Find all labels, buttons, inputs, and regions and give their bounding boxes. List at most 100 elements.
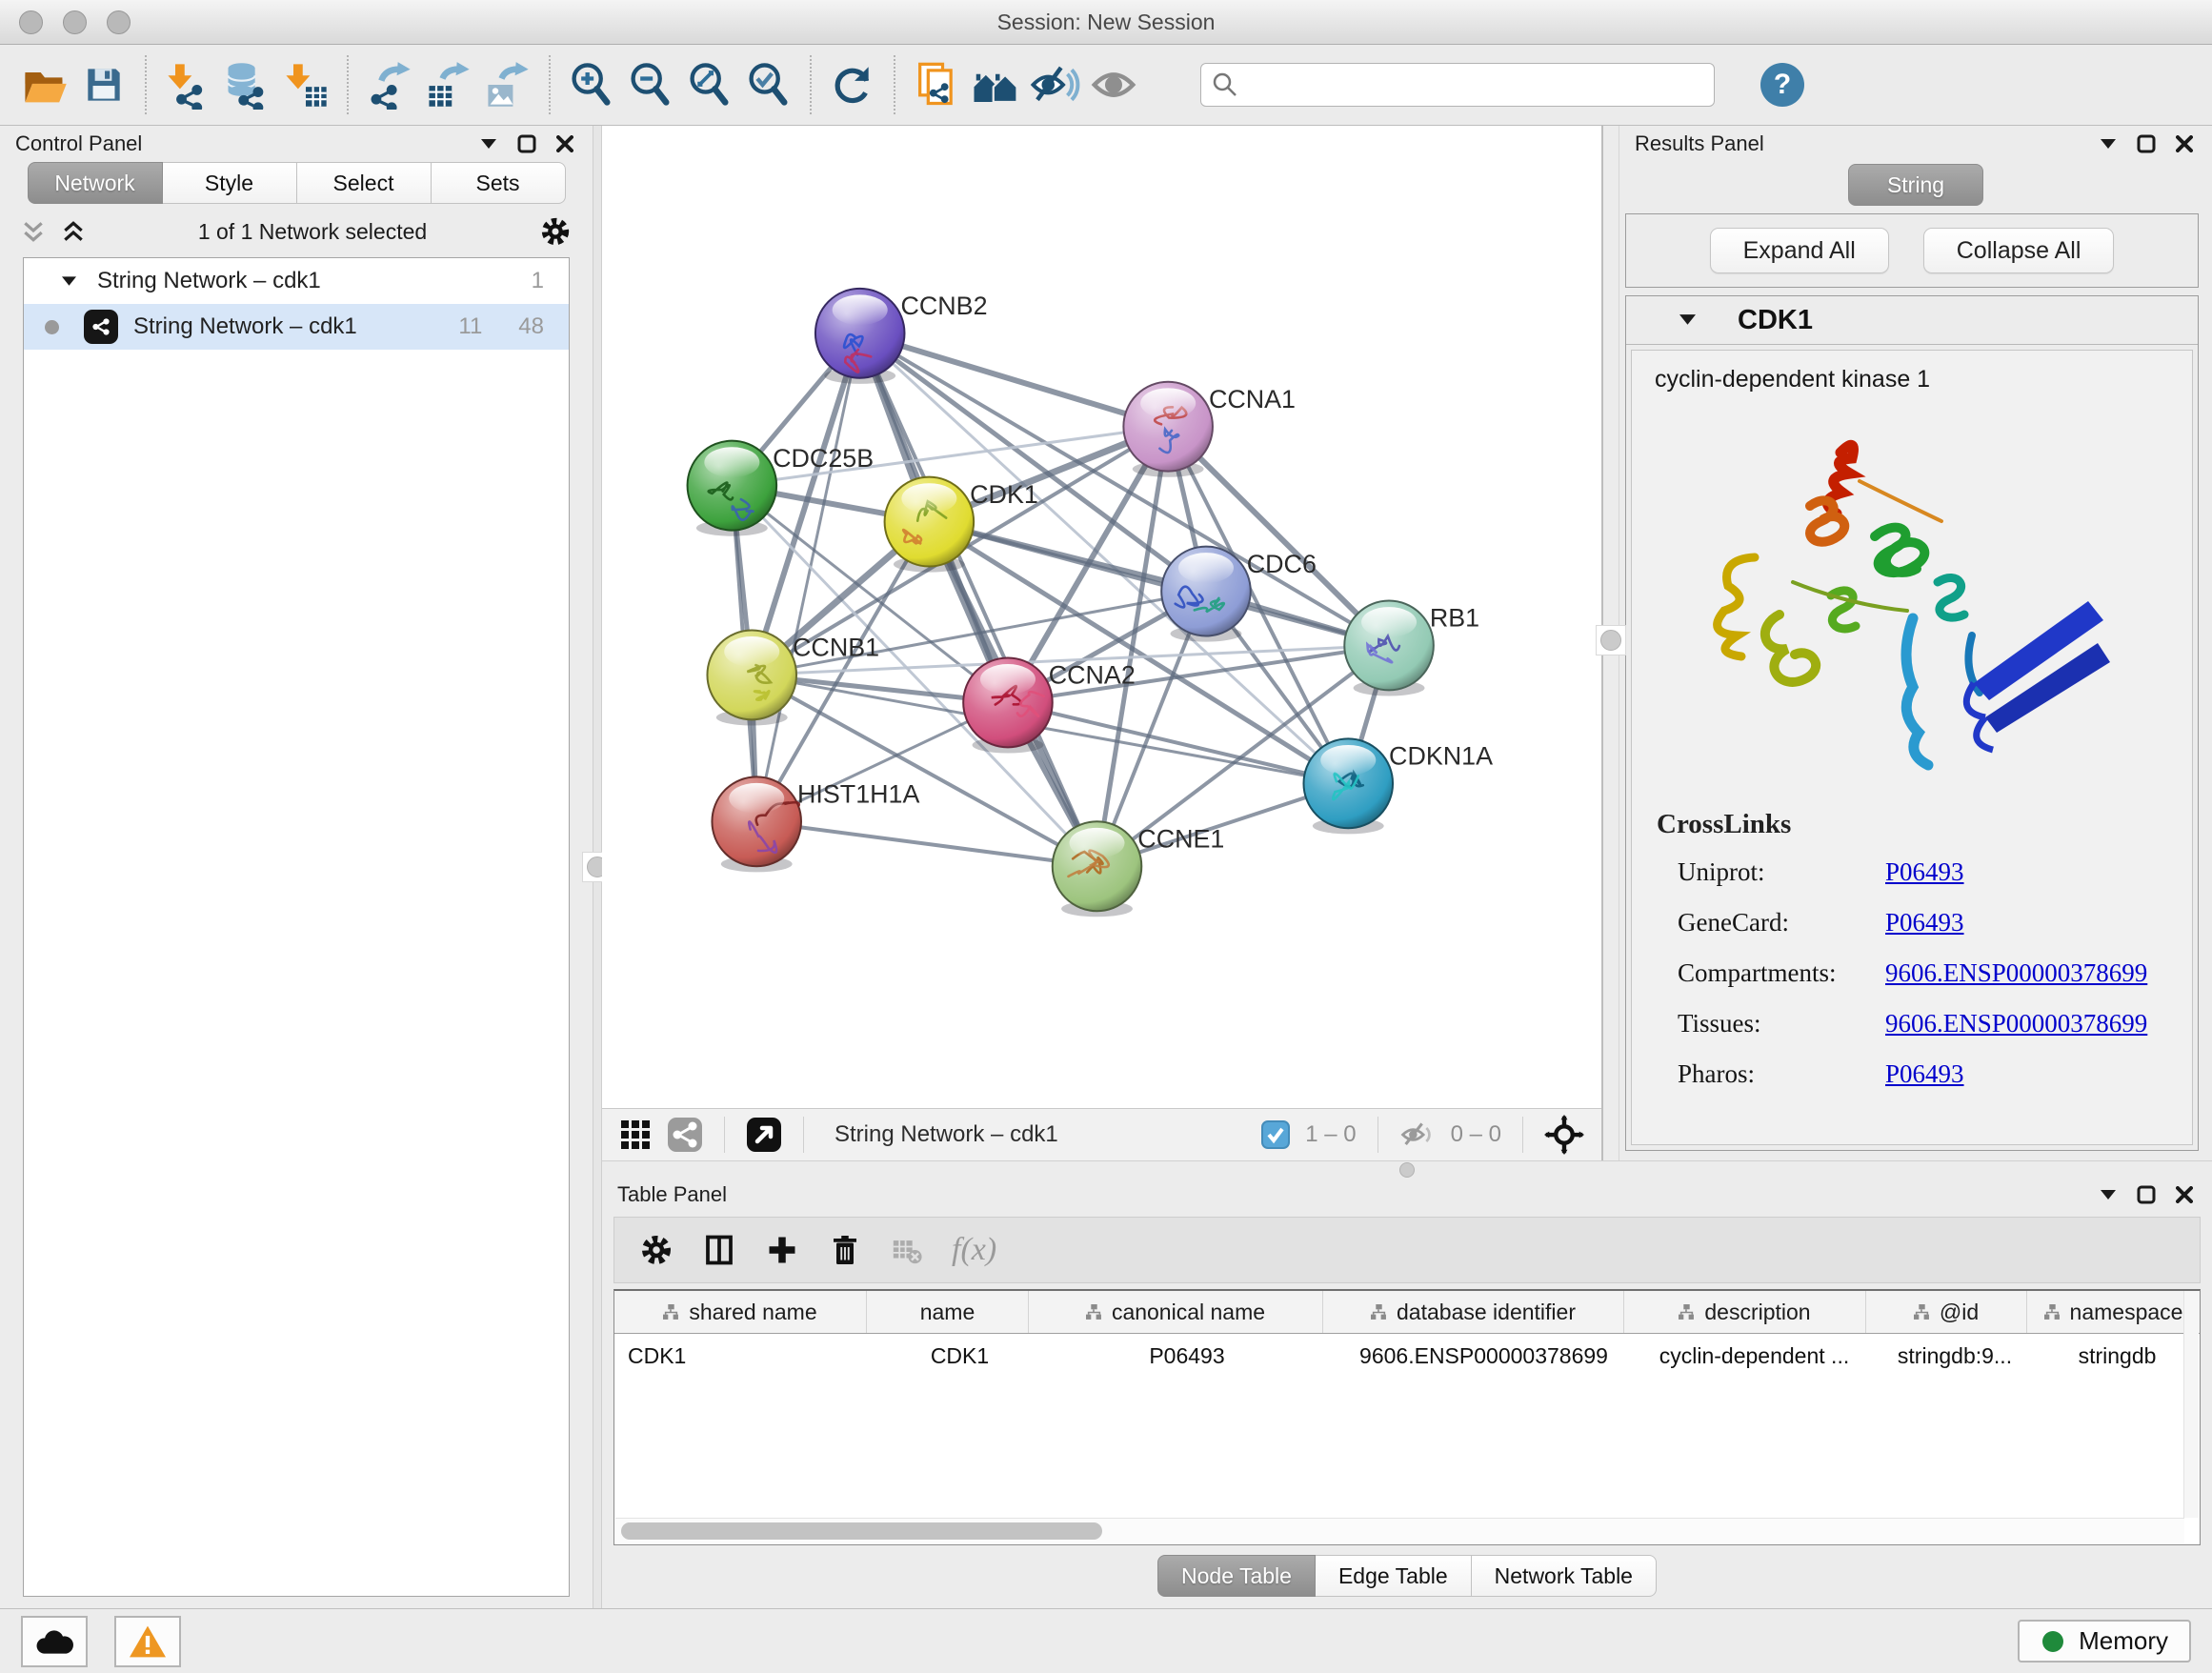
maximize-window-button[interactable]: [107, 10, 131, 34]
column-header-id[interactable]: @id: [1865, 1291, 2026, 1333]
column-header-shared-name[interactable]: shared name: [614, 1291, 866, 1333]
panel-float-button[interactable]: [2134, 1182, 2159, 1207]
scrollbar-thumb[interactable]: [621, 1522, 1102, 1540]
crosshair-icon[interactable]: [1544, 1115, 1584, 1155]
right-splitter[interactable]: [1601, 126, 1619, 1160]
export-image-button[interactable]: [478, 55, 537, 114]
entry-expander-icon[interactable]: [1679, 314, 1696, 326]
tree-expander-icon[interactable]: [62, 276, 76, 287]
columns-icon[interactable]: [702, 1233, 736, 1267]
network-collection-row[interactable]: String Network – cdk1 1: [24, 258, 569, 304]
entry-name: CDK1: [1738, 305, 1813, 336]
warning-status-button[interactable]: [114, 1616, 181, 1667]
crosslink-link-pharos[interactable]: P06493: [1885, 1059, 1964, 1089]
table-row[interactable]: CDK1 CDK1 P06493 9606.ENSP00000378699 cy…: [614, 1334, 2200, 1378]
panel-menu-button[interactable]: [476, 131, 501, 156]
help-button[interactable]: ?: [1760, 63, 1804, 107]
memory-button[interactable]: Memory: [2018, 1620, 2191, 1663]
zoom-out-button[interactable]: [621, 55, 680, 114]
network-canvas[interactable]: CCNB2CCNA1CDC25BCDK1CDC6RB1CCNB1CCNA2CDK…: [602, 126, 1601, 1108]
tab-style[interactable]: Style: [163, 162, 297, 204]
panel-menu-button[interactable]: [2096, 131, 2121, 156]
column-header-database-identifier[interactable]: database identifier: [1322, 1291, 1623, 1333]
cell-database-identifier[interactable]: 9606.ENSP00000378699: [1334, 1343, 1634, 1369]
delete-column-icon[interactable]: [828, 1233, 862, 1267]
panel-float-button[interactable]: [2134, 131, 2159, 156]
cloud-status-button[interactable]: [21, 1616, 88, 1667]
panel-close-button[interactable]: [2172, 131, 2197, 156]
cell-canonical-name[interactable]: P06493: [1040, 1343, 1334, 1369]
collapse-all-button[interactable]: Collapse All: [1923, 228, 2115, 273]
panel-float-button[interactable]: [514, 131, 539, 156]
node-label-CCNA2: CCNA2: [1049, 661, 1136, 690]
import-table-from-file-button[interactable]: [276, 55, 335, 114]
chevron-down-icon: [2101, 1190, 2116, 1200]
column-type-icon: [1679, 1304, 1695, 1320]
column-header-canonical-name[interactable]: canonical name: [1028, 1291, 1322, 1333]
zoom-selected-button[interactable]: [739, 55, 798, 114]
cell-namespace[interactable]: stringdb: [2035, 1343, 2200, 1369]
network-row[interactable]: String Network – cdk1 11 48: [24, 304, 569, 350]
save-session-button[interactable]: [74, 55, 133, 114]
splitter-handle[interactable]: [1600, 630, 1621, 651]
network-edge-count: 48: [518, 313, 544, 340]
cell-description[interactable]: cyclin-dependent ...: [1634, 1343, 1875, 1369]
tab-sets[interactable]: Sets: [432, 162, 566, 204]
network-graph[interactable]: CCNB2CCNA1CDC25BCDK1CDC6RB1CCNB1CCNA2CDK…: [602, 126, 1601, 1108]
zoom-selected-icon: [744, 60, 794, 110]
open-in-window-icon[interactable]: [746, 1117, 782, 1153]
column-header-description[interactable]: description: [1623, 1291, 1865, 1333]
add-column-icon[interactable]: [765, 1233, 799, 1267]
first-neighbors-button[interactable]: [966, 55, 1025, 114]
grid-view-icon[interactable]: [619, 1119, 652, 1151]
share-network-icon[interactable]: [667, 1117, 703, 1153]
close-window-button[interactable]: [19, 10, 43, 34]
cell-name[interactable]: CDK1: [879, 1343, 1040, 1369]
zoom-in-button[interactable]: [562, 55, 621, 114]
entry-header[interactable]: CDK1: [1626, 296, 2198, 345]
zoom-fit-button[interactable]: [680, 55, 739, 114]
crosslink-link-compartments[interactable]: 9606.ENSP00000378699: [1885, 958, 2147, 988]
panel-close-button[interactable]: [2172, 1182, 2197, 1207]
gear-icon[interactable]: [539, 215, 572, 248]
tab-node-table[interactable]: Node Table: [1157, 1555, 1316, 1597]
tab-string[interactable]: String: [1848, 164, 1983, 206]
table-vertical-scrollbar[interactable]: [2183, 1291, 2199, 1518]
splitter-handle[interactable]: [1399, 1162, 1415, 1178]
tab-network[interactable]: Network: [28, 162, 163, 204]
crosslink-link-uniprot[interactable]: P06493: [1885, 857, 1964, 887]
open-session-button[interactable]: [15, 55, 74, 114]
table-horizontal-scrollbar[interactable]: [615, 1518, 2184, 1543]
crosslink-link-genecard[interactable]: P06493: [1885, 908, 1964, 937]
search-input[interactable]: [1200, 63, 1715, 107]
horizontal-splitter[interactable]: [602, 1160, 2212, 1177]
column-header-namespace[interactable]: namespace: [2026, 1291, 2200, 1333]
expand-all-icon[interactable]: [61, 219, 86, 244]
export-network-button[interactable]: [360, 55, 419, 114]
panel-close-button[interactable]: [553, 131, 577, 156]
left-splitter[interactable]: [593, 126, 602, 1608]
panel-menu-button[interactable]: [2096, 1182, 2121, 1207]
export-table-icon: [424, 60, 473, 110]
column-header-name[interactable]: name: [866, 1291, 1028, 1333]
cell-id[interactable]: stringdb:9...: [1875, 1343, 2035, 1369]
cell-shared-name[interactable]: CDK1: [614, 1343, 879, 1369]
new-network-from-selection-button[interactable]: [907, 55, 966, 114]
tab-edge-table[interactable]: Edge Table: [1316, 1555, 1472, 1597]
crosslink-link-tissues[interactable]: 9606.ENSP00000378699: [1885, 1009, 2147, 1038]
export-table-button[interactable]: [419, 55, 478, 114]
expand-all-button[interactable]: Expand All: [1710, 228, 1889, 273]
selected-checkbox-icon[interactable]: [1261, 1120, 1290, 1149]
show-all-button[interactable]: [1084, 55, 1143, 114]
gear-icon[interactable]: [639, 1233, 674, 1267]
tab-select[interactable]: Select: [297, 162, 432, 204]
hidden-eye-icon[interactable]: [1399, 1119, 1436, 1151]
tab-network-table[interactable]: Network Table: [1472, 1555, 1657, 1597]
minimize-window-button[interactable]: [63, 10, 87, 34]
refresh-layout-button[interactable]: [823, 55, 882, 114]
import-network-from-database-button[interactable]: [217, 55, 276, 114]
hide-selected-button[interactable]: [1025, 55, 1084, 114]
results-panel: Results Panel String Expand All Collapse…: [1619, 126, 2212, 1160]
collapse-all-icon[interactable]: [21, 219, 46, 244]
import-network-from-file-button[interactable]: [158, 55, 217, 114]
